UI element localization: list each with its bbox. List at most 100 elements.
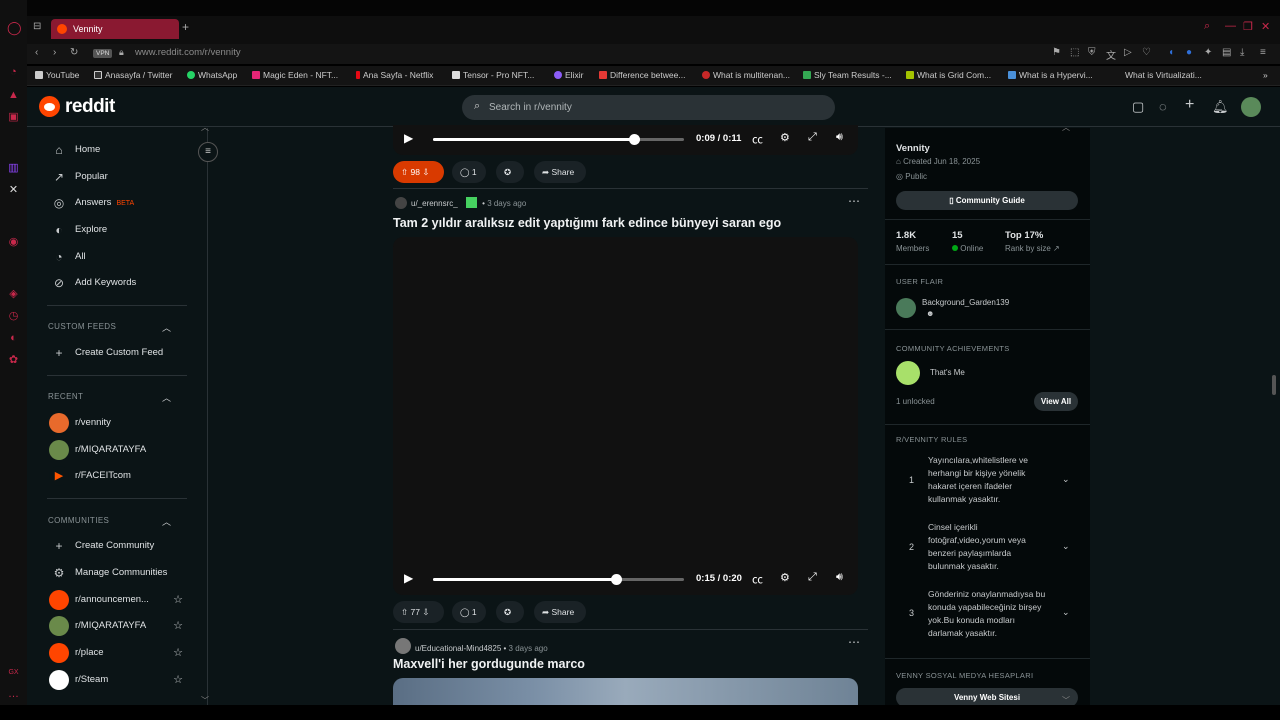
share-button[interactable]: ➦ Share: [534, 161, 586, 183]
rank-label[interactable]: Rank by size ↗: [1005, 244, 1060, 253]
community-steam[interactable]: r/Steam ☆: [47, 670, 187, 690]
award-button[interactable]: ✪: [496, 161, 524, 183]
player-icon[interactable]: ▷: [1124, 47, 1132, 58]
extension-2-icon[interactable]: ●: [1186, 47, 1192, 58]
bookmark-virtualization[interactable]: What is Virtualizati...: [1125, 70, 1202, 80]
settings-icon[interactable]: ✿: [7, 354, 20, 367]
forward-icon[interactable]: ›: [53, 47, 56, 58]
settings-gear-icon[interactable]: ⚙: [780, 571, 790, 584]
downvote-icon[interactable]: ⇩: [422, 167, 429, 177]
bookmark-elixir[interactable]: Elixir: [554, 70, 583, 80]
url-field[interactable]: www.reddit.com/r/vennity: [135, 47, 241, 58]
downvote-icon[interactable]: ⇩: [422, 607, 429, 617]
chat-icon[interactable]: ◌: [1159, 99, 1167, 114]
twitch-icon[interactable]: ▥: [7, 162, 20, 175]
video-player[interactable]: ▶ 0:09 / 0:11 ㏄ ⚙ ⤢ 🔊︎: [393, 125, 858, 155]
history-icon[interactable]: ◷: [7, 310, 20, 323]
volume-icon[interactable]: 🔊︎: [836, 131, 843, 144]
translate-icon[interactable]: 文: [1106, 47, 1116, 62]
side-icon-1[interactable]: ◔: [7, 66, 20, 79]
custom-feeds-header[interactable]: CUSTOM FEEDS ︿: [48, 322, 171, 333]
communities-header[interactable]: COMMUNITIES ︿: [48, 516, 171, 527]
community-place[interactable]: r/place ☆: [47, 643, 187, 663]
star-icon[interactable]: ☆: [173, 616, 183, 636]
fullscreen-icon[interactable]: ⤢: [808, 571, 817, 584]
bookmarks-more-icon[interactable]: »: [1263, 70, 1268, 80]
bookmark-netflix[interactable]: Ana Sayfa - Netflix: [356, 70, 433, 80]
nav-explore[interactable]: ◐ Explore: [47, 220, 187, 240]
extensions-icon[interactable]: ✦: [1204, 47, 1212, 58]
post-title[interactable]: Tam 2 yıldır aralıksız edit yaptığımı fa…: [393, 216, 781, 230]
upvote-icon[interactable]: ⇧: [401, 167, 408, 177]
award-button[interactable]: ✪: [496, 601, 524, 623]
community-announcements[interactable]: r/announcemen... ☆: [47, 590, 187, 610]
side-icon-3[interactable]: ▣: [7, 111, 20, 124]
search-input[interactable]: [489, 99, 809, 116]
tab-vennity[interactable]: Vennity: [51, 19, 179, 39]
bookmark-twitter[interactable]: Anasayfa / Twitter: [94, 70, 172, 80]
nav-popular[interactable]: ↗ Popular: [47, 167, 187, 187]
progress-knob[interactable]: [611, 574, 623, 585]
collapse-nav-icon[interactable]: ≡: [198, 142, 218, 162]
recent-header[interactable]: RECENT ︿: [48, 392, 171, 403]
vote-button[interactable]: ⇧ 98 ⇩: [393, 161, 444, 183]
reddit-logo-icon[interactable]: [39, 96, 60, 117]
post-options-icon[interactable]: ⋯: [848, 194, 860, 208]
settings-gear-icon[interactable]: ⚙: [780, 131, 790, 144]
comments-button[interactable]: ◯ 1: [452, 161, 486, 183]
web-site-button[interactable]: Venny Web Sitesi: [896, 688, 1078, 705]
create-post-icon[interactable]: +: [1185, 96, 1194, 114]
close-window-icon[interactable]: ✕: [1261, 20, 1270, 33]
nav-scroll-up-icon[interactable]: ︿: [201, 122, 209, 133]
bookmark-tensor[interactable]: Tensor - Pro NFT...: [452, 70, 534, 80]
snapshot-icon[interactable]: ⬚: [1070, 47, 1079, 58]
post-title[interactable]: Maxvell'i her gordugunde marco: [393, 657, 585, 671]
bookmark-multitenant[interactable]: What is multitenan...: [702, 70, 790, 80]
back-icon[interactable]: ‹: [35, 47, 38, 58]
create-community[interactable]: + Create Community: [47, 536, 187, 556]
tab-menu-icon[interactable]: ⊟: [33, 21, 41, 32]
play-icon[interactable]: ▶: [404, 571, 413, 585]
nav-add-keywords[interactable]: ⊘ Add Keywords: [47, 273, 187, 293]
comments-button[interactable]: ◯ 1: [452, 601, 486, 623]
advertise-icon[interactable]: ▢: [1132, 99, 1144, 115]
recent-faceitcom[interactable]: ▶ r/FACEITcom: [47, 466, 187, 486]
progress-knob[interactable]: [628, 134, 640, 145]
community-guide-button[interactable]: ▯ Community Guide: [896, 191, 1078, 210]
star-icon[interactable]: ☆: [173, 670, 183, 690]
post-options-icon[interactable]: ⋯: [848, 635, 860, 649]
bookmark-magic-eden[interactable]: Magic Eden - NFT...: [252, 70, 338, 80]
side-icon-6[interactable]: ◐: [7, 332, 20, 345]
maximize-icon[interactable]: ❐: [1243, 20, 1253, 33]
vote-button[interactable]: ⇧ 77 ⇩: [393, 601, 444, 623]
view-all-button[interactable]: View All: [1034, 392, 1078, 411]
bookmark-whatsapp[interactable]: WhatsApp: [187, 70, 237, 80]
side-icon-2[interactable]: ▲: [7, 89, 20, 102]
more-icon[interactable]: …: [7, 688, 20, 701]
create-custom-feed[interactable]: + Create Custom Feed: [47, 343, 187, 363]
recent-miqaratayfa[interactable]: r/MIQARATAYFA: [47, 440, 187, 460]
chevron-down-icon[interactable]: ⌄: [1062, 474, 1070, 485]
star-icon[interactable]: ☆: [173, 590, 183, 610]
new-tab-icon[interactable]: +: [182, 20, 189, 34]
share-button[interactable]: ➦ Share: [534, 601, 586, 623]
post-image[interactable]: [393, 678, 858, 705]
bookmark-difference[interactable]: Difference betwee...: [599, 70, 685, 80]
bookmark-grid-computing[interactable]: What is Grid Com...: [906, 70, 991, 80]
search-bar[interactable]: ⌕: [462, 95, 835, 120]
captions-icon[interactable]: ㏄: [752, 131, 763, 147]
x-icon[interactable]: ✕: [7, 184, 20, 197]
nav-answers[interactable]: ◎ Answers BETA: [47, 193, 187, 213]
search-tabs-icon[interactable]: ⌕: [1204, 20, 1210, 33]
captions-icon[interactable]: ㏄: [752, 571, 763, 587]
chevron-down-icon[interactable]: ⌄: [1062, 541, 1070, 552]
sidebar-scroll-up-icon[interactable]: ︿: [1062, 122, 1070, 133]
minimize-icon[interactable]: —: [1225, 20, 1236, 32]
nav-all[interactable]: ◔ All: [47, 247, 187, 267]
side-icon-5[interactable]: ◈: [7, 288, 20, 301]
upvote-icon[interactable]: ⇧: [401, 607, 408, 617]
play-icon[interactable]: ▶: [404, 131, 413, 145]
volume-icon[interactable]: 🔊︎: [836, 571, 843, 584]
video-progress[interactable]: [433, 574, 684, 585]
post-author[interactable]: u/_erennsrc_: [411, 199, 458, 208]
